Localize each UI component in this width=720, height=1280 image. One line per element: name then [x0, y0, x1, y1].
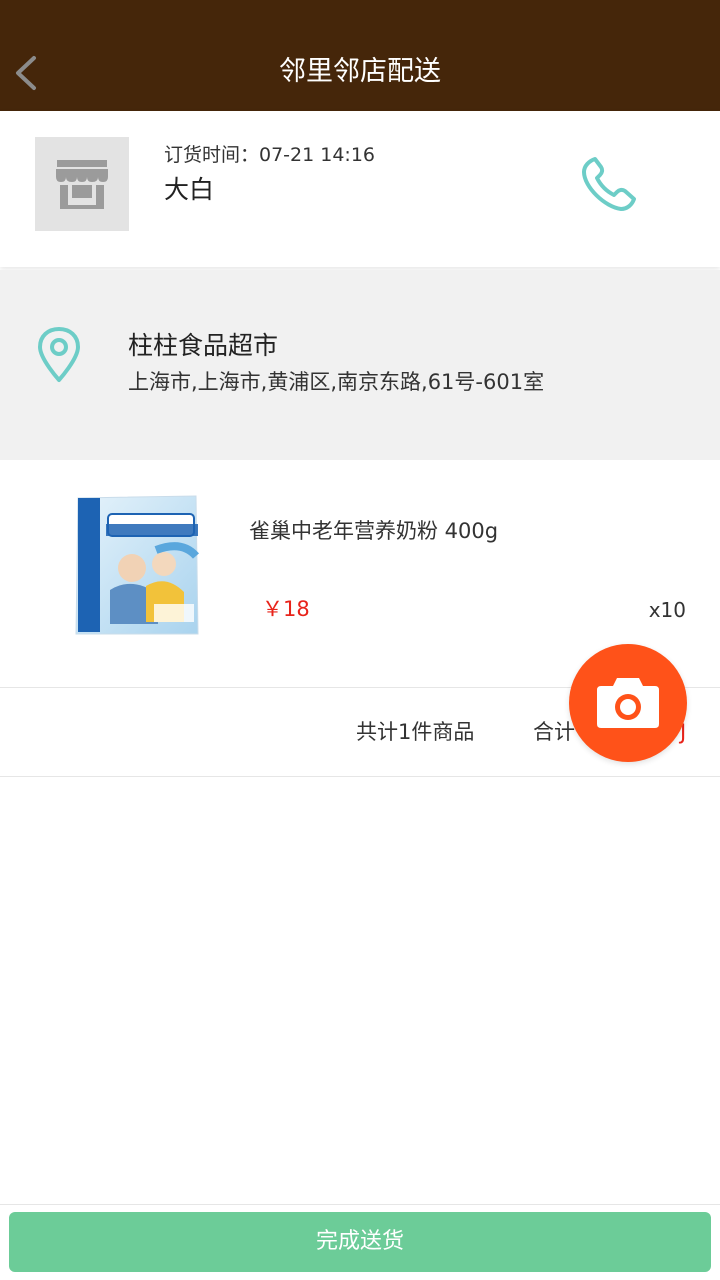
- location-pin-icon: [38, 327, 80, 382]
- page-title: 邻里邻店配送: [279, 56, 441, 87]
- product-price: ￥18: [262, 597, 310, 621]
- product-image: [72, 494, 200, 636]
- call-button[interactable]: [575, 151, 645, 217]
- item-count: 共计1件商品: [356, 720, 475, 744]
- customer-name: 大白: [164, 175, 215, 204]
- phone-icon: [582, 157, 636, 211]
- customer-card: 订货时间：07-21 14:16 大白: [0, 111, 720, 267]
- store-icon: [56, 160, 108, 209]
- app-header: 邻里邻店配送: [0, 0, 720, 111]
- product-name: 雀巢中老年营养奶粉 400g: [249, 519, 499, 543]
- store-name: 柱柱食品超市: [128, 331, 279, 360]
- camera-button[interactable]: [569, 644, 687, 762]
- footer-divider: [0, 1204, 720, 1205]
- product-quantity: x10: [648, 598, 686, 622]
- complete-delivery-button[interactable]: 完成送货: [9, 1212, 711, 1272]
- camera-icon: [597, 678, 659, 728]
- delivery-address-section: 柱柱食品超市 上海市,上海市,黄浦区,南京东路,61号-601室: [0, 270, 720, 460]
- store-avatar: [35, 137, 129, 231]
- store-address: 上海市,上海市,黄浦区,南京东路,61号-601室: [128, 370, 545, 394]
- order-time: 订货时间：07-21 14:16: [164, 144, 376, 166]
- total-label: 合计: [533, 720, 575, 744]
